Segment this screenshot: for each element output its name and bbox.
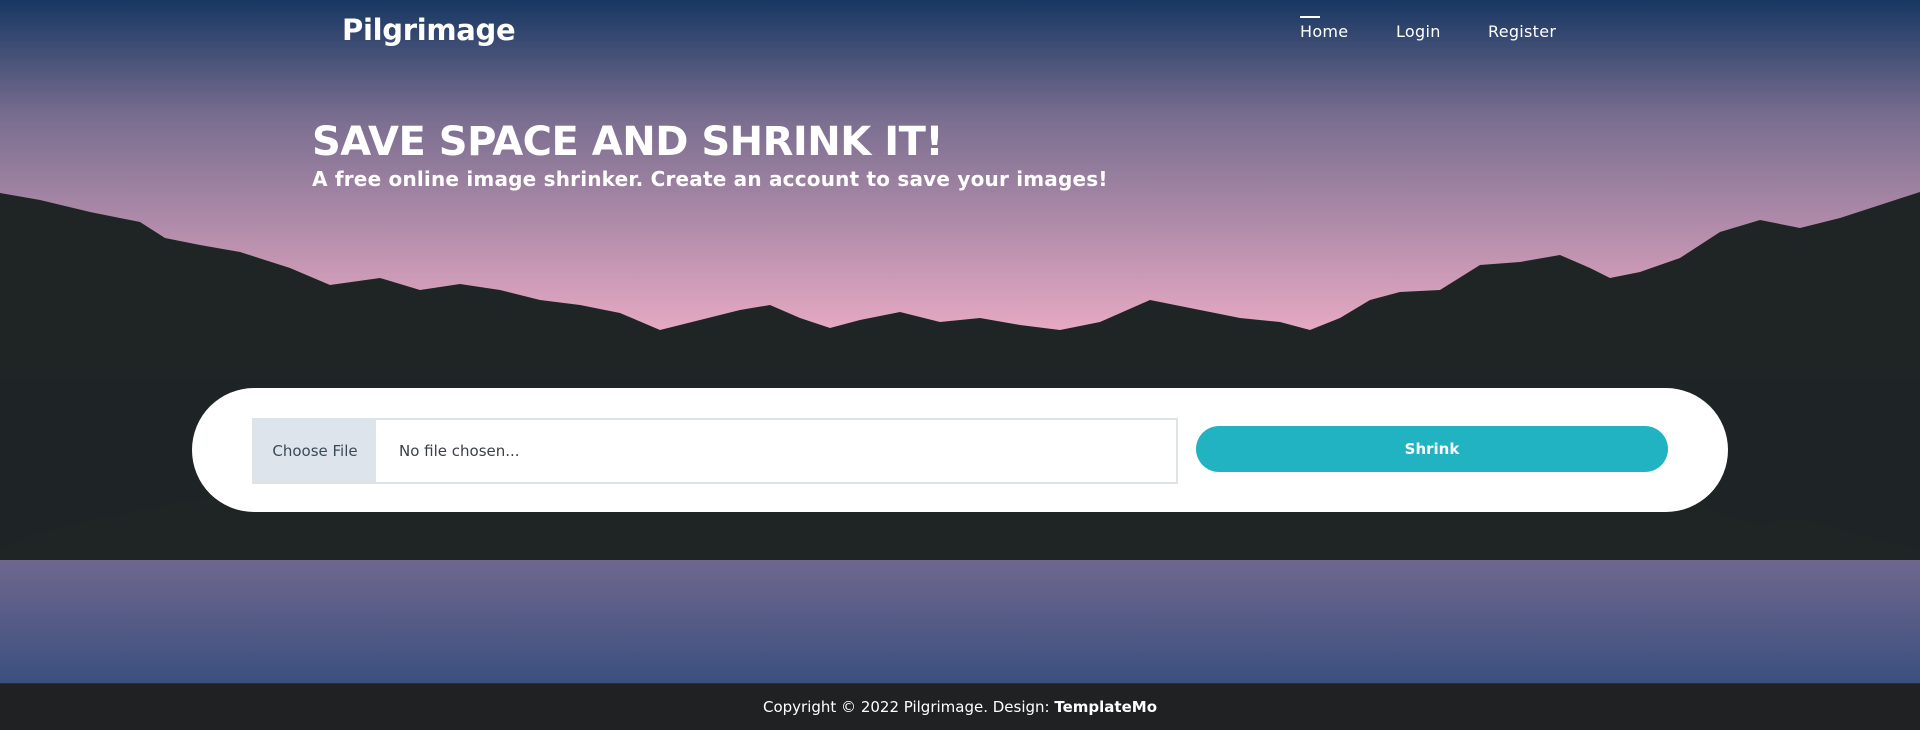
footer: Copyright © 2022 Pilgrimage. Design: Tem… <box>0 683 1920 730</box>
upload-form: Choose File No file chosen... Shrink <box>192 388 1728 512</box>
nav-home[interactable]: Home <box>1300 16 1348 41</box>
brand-logo[interactable]: Pilgrimage <box>342 13 516 47</box>
hero-title: SAVE SPACE AND SHRINK IT! <box>312 119 944 165</box>
shrink-button[interactable]: Shrink <box>1196 426 1668 472</box>
choose-file-button[interactable]: Choose File <box>254 420 376 482</box>
templatemo-link[interactable]: TemplateMo <box>1054 698 1157 716</box>
nav-register[interactable]: Register <box>1488 22 1556 41</box>
file-input[interactable]: Choose File No file chosen... <box>252 418 1178 484</box>
navbar: Pilgrimage Home Login Register <box>0 0 1920 70</box>
hero-subtitle: A free online image shrinker. Create an … <box>312 167 1108 191</box>
mountain-lake-background <box>0 0 1920 684</box>
nav-login[interactable]: Login <box>1396 22 1441 41</box>
file-status-text: No file chosen... <box>399 442 520 460</box>
footer-copyright: Copyright © 2022 Pilgrimage. Design: <box>762 698 1055 716</box>
